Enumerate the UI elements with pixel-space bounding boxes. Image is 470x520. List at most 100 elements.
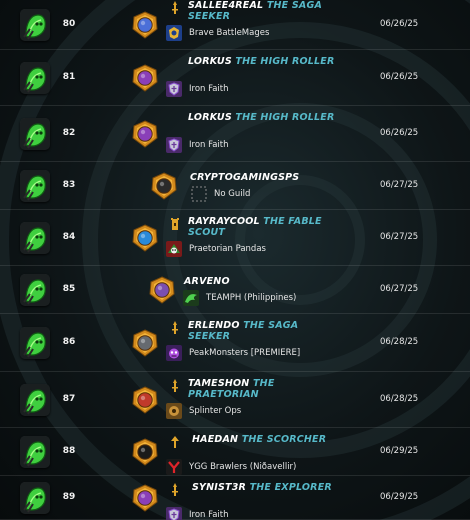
guild-emblem-icon <box>166 25 182 41</box>
guild-name[interactable]: No Guild <box>214 189 250 199</box>
row-number: 85 <box>62 284 76 294</box>
guild-emblem-icon <box>166 507 182 520</box>
row-number: 84 <box>62 232 76 242</box>
table-row[interactable]: 83 CRYPTOGAMINGSPS No Guild 06/27/25 <box>0 162 470 210</box>
date-text: 06/26/25 <box>380 72 419 82</box>
player-username[interactable]: LORKUS <box>188 112 232 123</box>
card-icon <box>20 170 50 202</box>
date-text: 06/26/25 <box>380 19 419 29</box>
gold-spear-icon <box>169 320 181 334</box>
player-level-badge-icon <box>148 276 176 304</box>
gold-arrow-icon <box>169 434 181 448</box>
player-level-badge-icon <box>131 11 159 39</box>
date-text: 06/28/25 <box>380 337 419 347</box>
player-username[interactable]: SALLEE4REAL <box>188 0 263 11</box>
table-row[interactable]: 86 ERLENDO THE SAGA SEEKER PeakMonsters [P… <box>0 314 470 372</box>
date-text: 06/27/25 <box>380 284 419 294</box>
player-username[interactable]: ERLENDO <box>188 320 240 331</box>
guild-name[interactable]: Iron Faith <box>189 510 229 520</box>
player-name[interactable]: CRYPTOGAMINGSPS <box>190 172 340 183</box>
player-level-badge-icon <box>131 438 159 466</box>
row-number: 89 <box>62 492 76 502</box>
card-icon <box>20 118 50 150</box>
table-row[interactable]: 84 RAYRAYCOOL THE FABLE SCOUT Praetorian P… <box>0 210 470 266</box>
guild-name[interactable]: TEAMPH (Philippines) <box>206 293 296 303</box>
table-row[interactable]: 89 SYNIST3R THE EXPLORER Iron Faith 06/29/2… <box>0 476 470 520</box>
guild[interactable]: Brave BattleMages <box>166 25 269 41</box>
guild[interactable]: Splinter Ops <box>166 403 241 419</box>
row-number: 82 <box>62 128 76 138</box>
guild-name[interactable]: YGG Brawlers (Niðavellir) <box>189 462 296 472</box>
player-level-badge-icon <box>131 484 159 512</box>
player-name[interactable]: RAYRAYCOOL THE FABLE SCOUT <box>188 216 338 238</box>
guild[interactable]: Praetorian Pandas <box>166 241 266 257</box>
player-level-badge-icon <box>131 386 159 414</box>
player-level-badge-icon <box>150 172 178 200</box>
guild[interactable]: Iron Faith <box>166 507 229 520</box>
gold-spear-icon <box>169 482 181 496</box>
player-username[interactable]: RAYRAYCOOL <box>188 216 260 227</box>
date-text: 06/29/25 <box>380 492 419 502</box>
card-icon <box>20 274 50 306</box>
guild-emblem-icon <box>166 403 182 419</box>
leaderboard-list: 80 SALLEE4REAL THE SAGA SEEKER Brave Battl… <box>0 0 470 520</box>
player-level-badge-icon <box>131 120 159 148</box>
table-row[interactable]: 80 SALLEE4REAL THE SAGA SEEKER Brave Battl… <box>0 0 470 50</box>
player-name[interactable]: TAMESHON THE PRAETORIAN <box>188 378 338 400</box>
guild-name[interactable]: Iron Faith <box>189 84 229 94</box>
player-level-badge-icon <box>131 329 159 357</box>
row-number: 81 <box>62 72 76 82</box>
guild[interactable]: Iron Faith <box>166 137 229 153</box>
guild[interactable]: Iron Faith <box>166 81 229 97</box>
player-username[interactable]: CRYPTOGAMINGSPS <box>190 172 299 183</box>
guild-name[interactable]: Splinter Ops <box>189 406 241 416</box>
player-username[interactable]: ARVENO <box>184 276 230 287</box>
table-row[interactable]: 87 TAMESHON THE PRAETORIAN Splinter Ops 06/… <box>0 372 470 428</box>
guild[interactable]: YGG Brawlers (Niðavellir) <box>166 459 296 475</box>
gold-spear-icon <box>169 378 181 392</box>
card-icon <box>20 327 50 359</box>
guild-name[interactable]: Brave BattleMages <box>189 28 269 38</box>
player-name[interactable]: ARVENO <box>184 276 334 287</box>
table-row[interactable]: 85 ARVENO TEAMPH (Philippines) 06/27/25 <box>0 266 470 314</box>
guild-emblem-icon <box>166 241 182 257</box>
row-number: 88 <box>62 446 76 456</box>
card-icon <box>20 436 50 468</box>
player-title: THE HIGH ROLLER <box>235 56 335 67</box>
guild-name[interactable]: Iron Faith <box>189 140 229 150</box>
guild[interactable]: TEAMPH (Philippines) <box>183 290 296 306</box>
guild-name[interactable]: PeakMonsters [PREMIERE] <box>189 348 300 358</box>
player-name[interactable]: HAEDAN THE SCORCHER <box>192 434 342 445</box>
player-name[interactable]: LORKUS THE HIGH ROLLER <box>188 56 338 67</box>
guild[interactable]: PeakMonsters [PREMIERE] <box>166 345 300 361</box>
player-name[interactable]: LORKUS THE HIGH ROLLER <box>188 112 338 123</box>
player-username[interactable]: HAEDAN <box>192 434 238 445</box>
row-number: 86 <box>62 337 76 347</box>
player-name[interactable]: ERLENDO THE SAGA SEEKER <box>188 320 338 342</box>
row-number: 83 <box>62 180 76 190</box>
guild[interactable]: No Guild <box>191 186 250 202</box>
player-name[interactable]: SALLEE4REAL THE SAGA SEEKER <box>188 0 338 22</box>
card-icon <box>20 9 50 41</box>
player-title: THE SCORCHER <box>241 434 327 445</box>
guild-emblem-icon <box>166 345 182 361</box>
guild-emblem-icon <box>191 186 207 202</box>
row-number: 87 <box>62 394 76 404</box>
table-row[interactable]: 88 HAEDAN THE SCORCHER YGG Brawlers (Niðav… <box>0 428 470 476</box>
table-row[interactable]: 81 LORKUS THE HIGH ROLLER Iron Faith 06/26/… <box>0 50 470 106</box>
guild-name[interactable]: Praetorian Pandas <box>189 244 266 254</box>
player-username[interactable]: SYNIST3R <box>192 482 246 493</box>
player-username[interactable]: LORKUS <box>188 56 232 67</box>
row-number: 80 <box>62 19 76 29</box>
player-level-badge-icon <box>131 64 159 92</box>
player-username[interactable]: TAMESHON <box>188 378 249 389</box>
player-name[interactable]: SYNIST3R THE EXPLORER <box>192 482 342 493</box>
player-level-badge-icon <box>131 224 159 252</box>
guild-emblem-icon <box>166 81 182 97</box>
card-icon <box>20 384 50 416</box>
guild-emblem-icon <box>166 459 182 475</box>
card-icon <box>20 222 50 254</box>
tower-icon <box>169 216 181 230</box>
table-row[interactable]: 82 LORKUS THE HIGH ROLLER Iron Faith 06/26/… <box>0 106 470 162</box>
date-text: 06/27/25 <box>380 180 419 190</box>
